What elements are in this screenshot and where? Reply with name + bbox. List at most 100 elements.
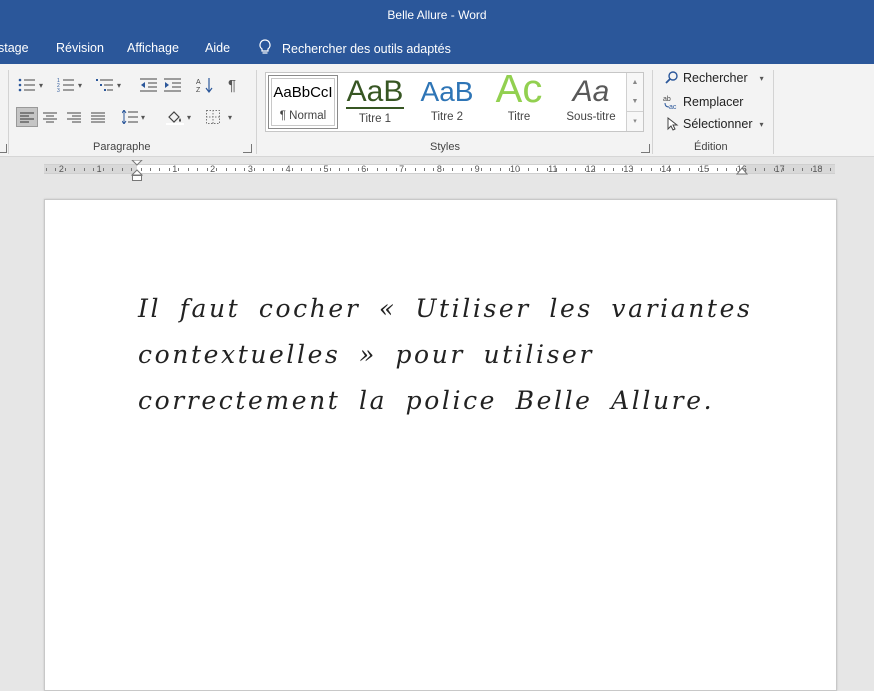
window-title: Belle Allure - Word: [387, 8, 487, 22]
indent-marker-icon[interactable]: [131, 160, 143, 182]
search-icon: [665, 71, 678, 84]
ruler-tick: [575, 168, 577, 171]
ruler-number: 3: [247, 164, 253, 174]
ruler-number: 2: [58, 164, 64, 174]
ruler-tick: [811, 168, 813, 171]
ruler-tick: [679, 168, 681, 171]
style-titre[interactable]: Ac Titre: [484, 75, 554, 129]
justify-button[interactable]: [91, 109, 105, 125]
ruler-tick: [112, 168, 114, 171]
tab-affichage[interactable]: Affichage: [127, 41, 179, 55]
svg-text:3: 3: [57, 88, 60, 92]
right-indent-marker-icon[interactable]: [736, 166, 748, 176]
ruler-tick: [631, 168, 633, 171]
line-spacing-button[interactable]: ▾: [122, 108, 145, 126]
tab-aide[interactable]: Aide: [205, 41, 230, 55]
ruler-tick: [197, 168, 199, 171]
scroll-down-icon[interactable]: ▼: [627, 92, 643, 111]
ruler-tick: [707, 168, 709, 171]
ruler-tick: [64, 168, 66, 171]
ruler-tick: [291, 168, 293, 171]
align-left-button[interactable]: [16, 107, 38, 127]
sort-button[interactable]: AZ: [196, 76, 214, 94]
ruler-tick: [820, 168, 822, 171]
ruler-tick: [244, 168, 246, 171]
ruler-tick: [386, 168, 388, 171]
ruler-tick: [830, 168, 832, 171]
gallery-more-icon[interactable]: ▾: [627, 111, 643, 131]
borders-button[interactable]: ▾: [206, 108, 232, 126]
style-titre-2[interactable]: AaB Titre 2: [412, 75, 482, 129]
ruler-tick: [225, 168, 227, 171]
ruler-tick: [461, 168, 463, 171]
ruler-tick: [159, 168, 161, 171]
pilcrow-icon[interactable]: ¶: [228, 76, 236, 94]
ruler-tick: [263, 168, 265, 171]
sort-icon: AZ: [196, 78, 213, 93]
style-preview: AaB: [420, 76, 474, 107]
replace-button[interactable]: ab ac Remplacer: [663, 94, 743, 110]
align-right-button[interactable]: [67, 109, 81, 125]
ruler-tick: [698, 168, 700, 171]
ruler-tick: [442, 168, 444, 171]
style-name: ¶ Normal: [279, 110, 327, 122]
multilevel-list-icon: [96, 79, 113, 91]
multilevel-list-button[interactable]: ▾: [96, 76, 121, 94]
find-button[interactable]: Rechercher ▾: [665, 71, 764, 85]
align-right-icon: [67, 112, 81, 122]
cursor-arrow-icon: [667, 117, 679, 131]
style-sous-titre[interactable]: Aa Sous-titre: [556, 75, 626, 129]
ruler-tick: [650, 168, 652, 171]
justify-icon: [91, 112, 105, 122]
shading-button[interactable]: ▾: [166, 108, 191, 126]
ruler-tick: [688, 168, 690, 171]
ruler-tick: [584, 168, 586, 171]
styles-gallery-scroll[interactable]: ▲ ▼ ▾: [626, 73, 643, 131]
align-left-icon: [20, 112, 34, 122]
align-center-button[interactable]: [43, 109, 57, 125]
horizontal-ruler[interactable]: 21123456789101112131415161718: [44, 160, 835, 181]
ruler-tick: [405, 168, 407, 171]
styles-dialog-launcher[interactable]: [641, 144, 650, 153]
ruler-tick: [660, 168, 662, 171]
select-button[interactable]: Sélectionner ▾: [665, 117, 764, 131]
paragraph-dialog-launcher[interactable]: [243, 144, 252, 153]
style-name: Sous-titre: [566, 111, 616, 123]
bullets-icon: [18, 78, 35, 92]
style-normal[interactable]: AaBbCcI ¶ Normal: [268, 75, 338, 129]
document-page[interactable]: Il faut cocher « Utiliser les variantes …: [44, 199, 837, 691]
tab-publipostage[interactable]: stage: [0, 41, 29, 55]
tell-me-box[interactable]: Rechercher des outils adaptés: [258, 39, 451, 58]
ruler-tick: [93, 168, 95, 171]
numbering-button[interactable]: 1 2 3 ▾: [57, 76, 82, 94]
style-preview: AaBbCcI: [273, 84, 333, 101]
ruler-tick: [357, 168, 359, 171]
ruler-tick: [565, 168, 567, 171]
ribbon: ▾ 1 2 3 ▾ ▾ AZ ¶ ▾ ▾ ▾ Paragraphe AaBbCc…: [0, 64, 874, 157]
svg-text:Z: Z: [196, 87, 201, 93]
style-name: Titre 1: [358, 113, 392, 125]
scroll-up-icon[interactable]: ▲: [627, 73, 643, 92]
ruler-tick: [669, 168, 671, 171]
ruler-tick: [726, 168, 728, 171]
replace-icon: abac: [663, 96, 677, 110]
increase-indent-button[interactable]: [164, 76, 182, 94]
bullets-button[interactable]: ▾: [18, 76, 43, 94]
ruler-tick: [149, 168, 151, 171]
style-preview: Aa: [572, 75, 610, 108]
ruler-tick: [452, 168, 454, 171]
document-body-text[interactable]: Il faut cocher « Utiliser les variantes …: [138, 286, 758, 424]
ruler-tick: [641, 168, 643, 171]
font-dialog-launcher[interactable]: [0, 144, 7, 153]
ruler-tick: [329, 168, 331, 171]
ruler-tick: [792, 168, 794, 171]
svg-text:ac: ac: [669, 104, 677, 110]
svg-text:ab: ab: [663, 96, 671, 103]
style-titre-1[interactable]: AaB Titre 1: [340, 75, 410, 129]
ruler-tick: [74, 168, 76, 171]
ruler-tick: [168, 168, 170, 171]
editing-group-label: Édition: [694, 141, 728, 153]
increase-indent-icon: [164, 78, 181, 92]
decrease-indent-button[interactable]: [140, 76, 158, 94]
tab-revision[interactable]: Révision: [56, 41, 104, 55]
